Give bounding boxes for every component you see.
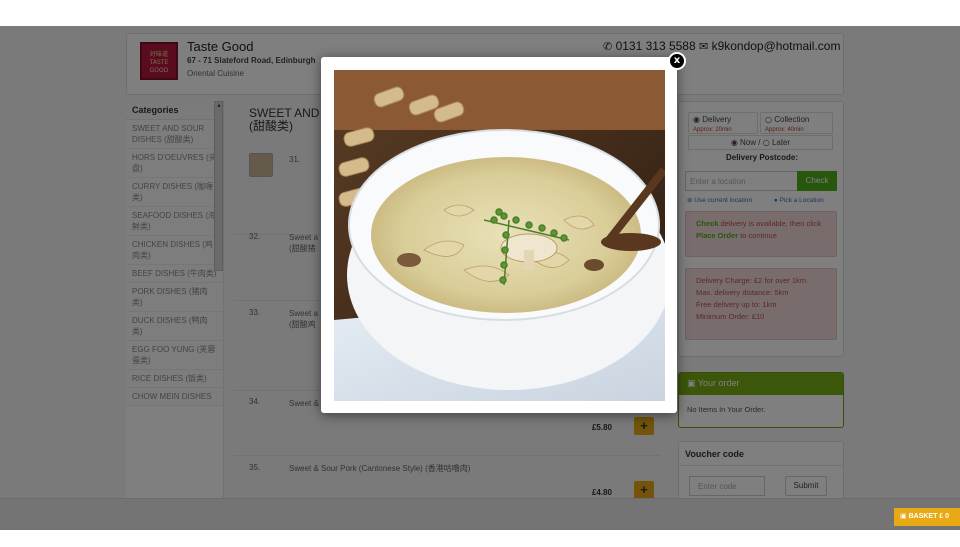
soup-bowl-photo: [334, 70, 665, 401]
close-icon[interactable]: x: [668, 52, 686, 70]
dish-photo: [334, 70, 665, 401]
basket-label: BASKET £ 0: [908, 513, 950, 520]
basket-button[interactable]: ▣ BASKET £ 0: [894, 508, 960, 526]
top-strip: [0, 0, 960, 26]
cart-icon: ▣: [900, 512, 907, 520]
bottom-strip: [0, 530, 960, 547]
image-modal: [321, 57, 677, 413]
